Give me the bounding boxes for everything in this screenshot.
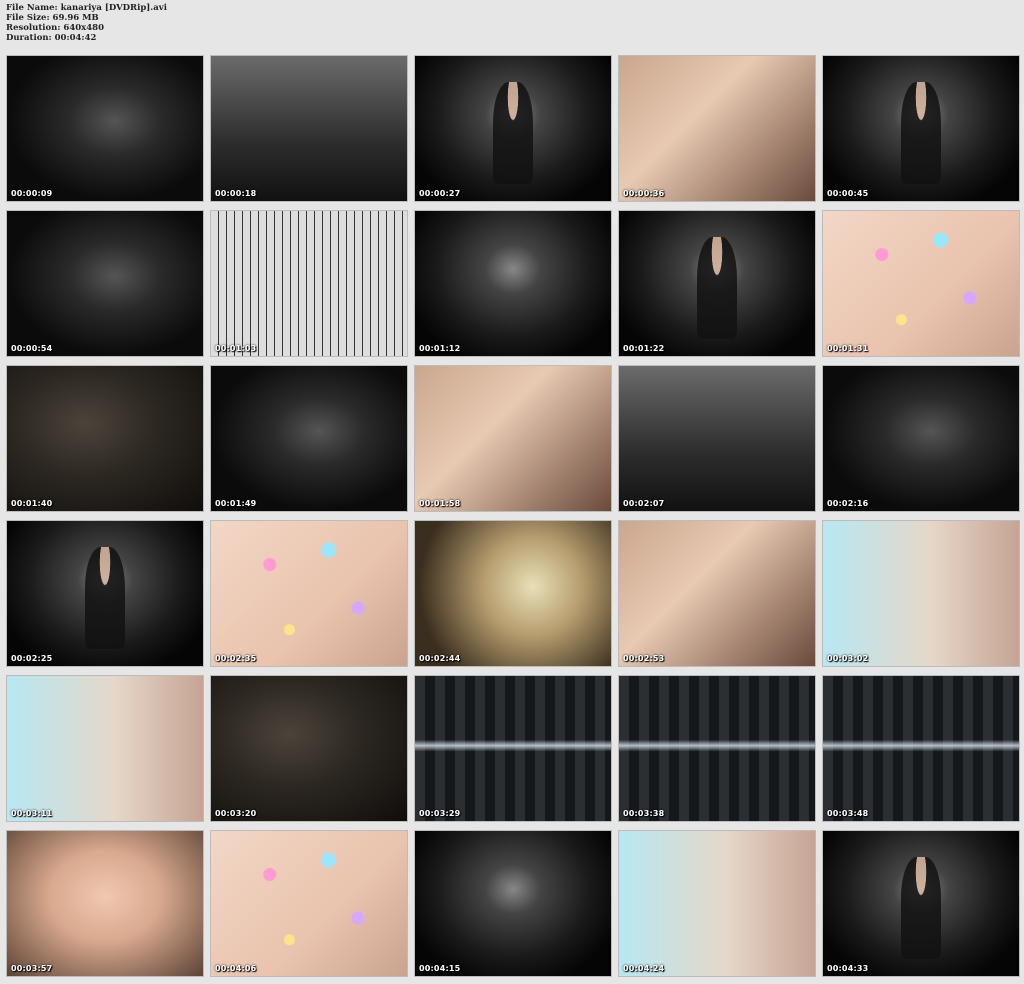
file-size-label: File Size: 69.96 MB [6,13,99,23]
thumbnail-timestamp: 00:00:36 [623,189,665,198]
thumbnail-frame-image [619,676,815,821]
video-thumbnail: 00:01:22 [618,210,816,357]
thumbnail-frame-image [211,56,407,201]
thumbnail-timestamp: 00:00:09 [11,189,53,198]
thumbnail-frame-image [7,831,203,976]
thumbnail-frame-image [823,831,1019,976]
thumbnail-frame-image [619,56,815,201]
thumbnail-timestamp: 00:03:20 [215,809,257,818]
thumbnail-timestamp: 00:03:02 [827,654,869,663]
thumbnail-frame-image [619,366,815,511]
video-thumbnail: 00:04:33 [822,830,1020,977]
thumbnail-frame-image [619,211,815,356]
thumbnail-timestamp: 00:01:12 [419,344,461,353]
thumbnail-timestamp: 00:01:40 [11,499,53,508]
thumbnail-frame-image [415,366,611,511]
video-thumbnail: 00:03:48 [822,675,1020,822]
thumbnail-timestamp: 00:02:16 [827,499,869,508]
thumbnail-frame-image [211,831,407,976]
thumbnail-timestamp: 00:01:49 [215,499,257,508]
thumbnail-frame-image [619,521,815,666]
thumbnail-frame-image [823,676,1019,821]
video-thumbnail: 00:03:57 [6,830,204,977]
thumbnail-timestamp: 00:02:35 [215,654,257,663]
video-thumbnail: 00:01:40 [6,365,204,512]
thumbnail-frame-image [211,211,407,356]
thumbnail-timestamp: 00:01:03 [215,344,257,353]
thumbnail-timestamp: 00:00:27 [419,189,461,198]
thumbnail-timestamp: 00:04:33 [827,964,869,973]
thumbnail-frame-image [211,676,407,821]
video-thumbnail: 00:02:53 [618,520,816,667]
video-thumbnail: 00:03:02 [822,520,1020,667]
thumbnail-frame-image [415,831,611,976]
video-thumbnail: 00:04:06 [210,830,408,977]
thumbnail-timestamp: 00:02:07 [623,499,665,508]
thumbnail-timestamp: 00:02:25 [11,654,53,663]
thumbnail-timestamp: 00:00:45 [827,189,869,198]
video-thumbnail: 00:00:54 [6,210,204,357]
thumbnail-timestamp: 00:03:38 [623,809,665,818]
thumbnail-timestamp: 00:01:58 [419,499,461,508]
thumbnail-timestamp: 00:02:53 [623,654,665,663]
video-thumbnail: 00:02:16 [822,365,1020,512]
video-thumbnail: 00:03:11 [6,675,204,822]
video-thumbnail: 00:04:15 [414,830,612,977]
thumbnail-frame-image [415,56,611,201]
thumbnail-frame-image [7,211,203,356]
thumbnail-timestamp: 00:00:18 [215,189,257,198]
video-thumbnail: 00:00:45 [822,55,1020,202]
video-thumbnail: 00:02:35 [210,520,408,667]
thumbnail-frame-image [823,56,1019,201]
video-thumbnail: 00:02:07 [618,365,816,512]
thumbnail-timestamp: 00:03:29 [419,809,461,818]
thumbnail-frame-image [823,521,1019,666]
video-thumbnail: 00:01:31 [822,210,1020,357]
thumbnail-frame-image [619,831,815,976]
video-thumbnail: 00:00:18 [210,55,408,202]
video-thumbnail: 00:01:12 [414,210,612,357]
video-thumbnail: 00:01:03 [210,210,408,357]
thumbnail-timestamp: 00:01:22 [623,344,665,353]
video-thumbnail: 00:04:24 [618,830,816,977]
thumbnail-frame-image [415,211,611,356]
thumbnail-timestamp: 00:04:15 [419,964,461,973]
video-thumbnail: 00:03:38 [618,675,816,822]
thumbnail-frame-image [7,676,203,821]
thumbnail-frame-image [7,366,203,511]
thumbnail-grid: 00:00:09 00:00:18 00:00:27 00:00:36 00:00:45… [6,55,1020,977]
thumbnail-frame-image [415,676,611,821]
thumbnail-timestamp: 00:04:06 [215,964,257,973]
video-thumbnail: 00:00:09 [6,55,204,202]
file-name-label: File Name: kanariya [DVDRip].avi [6,3,167,13]
thumbnail-timestamp: 00:01:31 [827,344,869,353]
thumbnail-frame-image [7,521,203,666]
video-thumbnail: 00:02:25 [6,520,204,667]
video-thumbnail: 00:02:44 [414,520,612,667]
file-info-header: File Name: kanariya [DVDRip].avi File Si… [6,3,167,43]
thumbnail-timestamp: 00:00:54 [11,344,53,353]
video-thumbnail: 00:03:20 [210,675,408,822]
thumbnail-timestamp: 00:02:44 [419,654,461,663]
video-thumbnail: 00:00:36 [618,55,816,202]
thumbnail-frame-image [7,56,203,201]
video-thumbnail: 00:01:49 [210,365,408,512]
thumbnail-frame-image [823,366,1019,511]
thumbnail-timestamp: 00:03:48 [827,809,869,818]
video-thumbnail: 00:00:27 [414,55,612,202]
video-thumbnail: 00:01:58 [414,365,612,512]
thumbnail-frame-image [823,211,1019,356]
thumbnail-timestamp: 00:03:11 [11,809,53,818]
thumbnail-frame-image [415,521,611,666]
video-thumbnail: 00:03:29 [414,675,612,822]
duration-label: Duration: 00:04:42 [6,33,97,43]
thumbnail-timestamp: 00:03:57 [11,964,53,973]
thumbnail-frame-image [211,521,407,666]
thumbnail-timestamp: 00:04:24 [623,964,665,973]
resolution-label: Resolution: 640x480 [6,23,104,33]
thumbnail-frame-image [211,366,407,511]
